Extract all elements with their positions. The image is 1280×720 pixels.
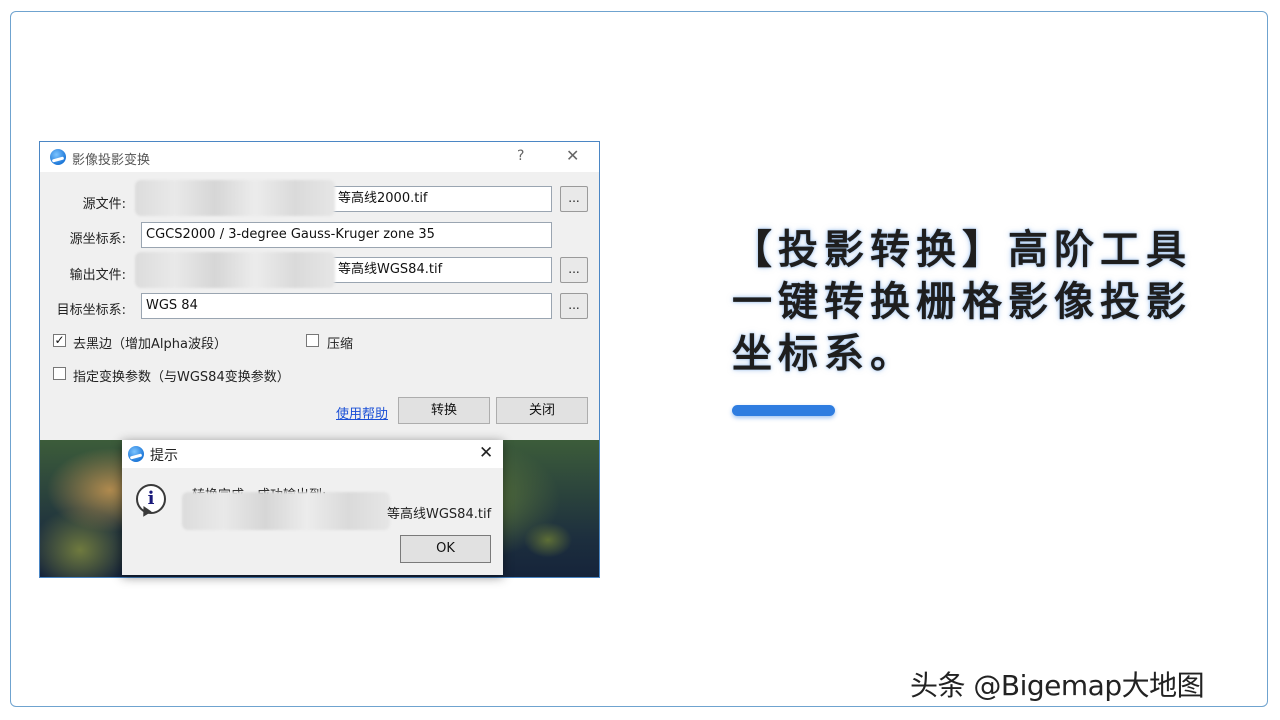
specify-params-checkbox[interactable] (53, 367, 66, 380)
ok-button[interactable]: OK (400, 535, 491, 563)
browse-source-button[interactable]: ... (560, 186, 588, 212)
slide-headline: 【投影转换】高阶工具一键转换栅格影像投影坐标系。 (732, 227, 1192, 377)
target-crs-field[interactable]: WGS 84 (141, 293, 552, 319)
watermark: 头条 @Bigemap大地图 (910, 669, 1205, 702)
target-crs-value: WGS 84 (146, 298, 198, 313)
source-file-value: 等高线2000.tif (338, 191, 428, 206)
accent-bar (732, 405, 835, 416)
source-file-label: 源文件: (82, 197, 126, 212)
dialog-title: 影像投影变换 (72, 153, 151, 168)
output-file-label: 输出文件: (69, 268, 126, 283)
dialog-titlebar: 影像投影变换 ? ✕ (40, 142, 599, 172)
source-crs-value: CGCS2000 / 3-degree Gauss-Kruger zone 35 (146, 227, 435, 242)
target-crs-label: 目标坐标系: (56, 303, 126, 318)
compress-label: 压缩 (327, 337, 354, 352)
convert-button[interactable]: 转换 (398, 397, 490, 424)
projection-dialog: 影像投影变换 ? ✕ 源文件: 等高线2000.tif ... 源坐标系: CG… (40, 142, 599, 440)
bigemap-logo-icon (128, 446, 144, 462)
source-crs-field[interactable]: CGCS2000 / 3-degree Gauss-Kruger zone 35 (141, 222, 552, 248)
source-crs-label: 源坐标系: (69, 232, 126, 247)
remove-black-edge-label: 去黑边（增加Alpha波段） (73, 337, 227, 352)
close-icon[interactable]: ✕ (479, 443, 493, 463)
success-popup: 提示 ✕ i 转换完成，成功输出到: 等高线WGS84.tif OK (122, 440, 503, 575)
redacted-path (135, 180, 335, 216)
output-file-value: 等高线WGS84.tif (338, 262, 443, 277)
info-icon: i (136, 484, 166, 514)
popup-output-path: 等高线WGS84.tif (387, 507, 492, 522)
help-link[interactable]: 使用帮助 (336, 403, 388, 422)
bigemap-logo-icon (50, 149, 66, 165)
close-icon[interactable]: ✕ (566, 146, 579, 165)
help-icon[interactable]: ? (517, 148, 524, 164)
redacted-path (135, 252, 335, 288)
redacted-path (182, 492, 390, 530)
close-dialog-button[interactable]: 关闭 (496, 397, 588, 424)
popup-titlebar: 提示 ✕ (122, 440, 503, 468)
browse-output-button[interactable]: ... (560, 257, 588, 283)
check-icon: ✓ (54, 333, 65, 347)
browse-target-crs-button[interactable]: ... (560, 293, 588, 319)
remove-black-edge-checkbox[interactable]: ✓ (53, 334, 66, 347)
specify-params-label: 指定变换参数（与WGS84变换参数） (73, 370, 290, 385)
popup-title: 提示 (150, 448, 178, 464)
compress-checkbox[interactable] (306, 334, 319, 347)
